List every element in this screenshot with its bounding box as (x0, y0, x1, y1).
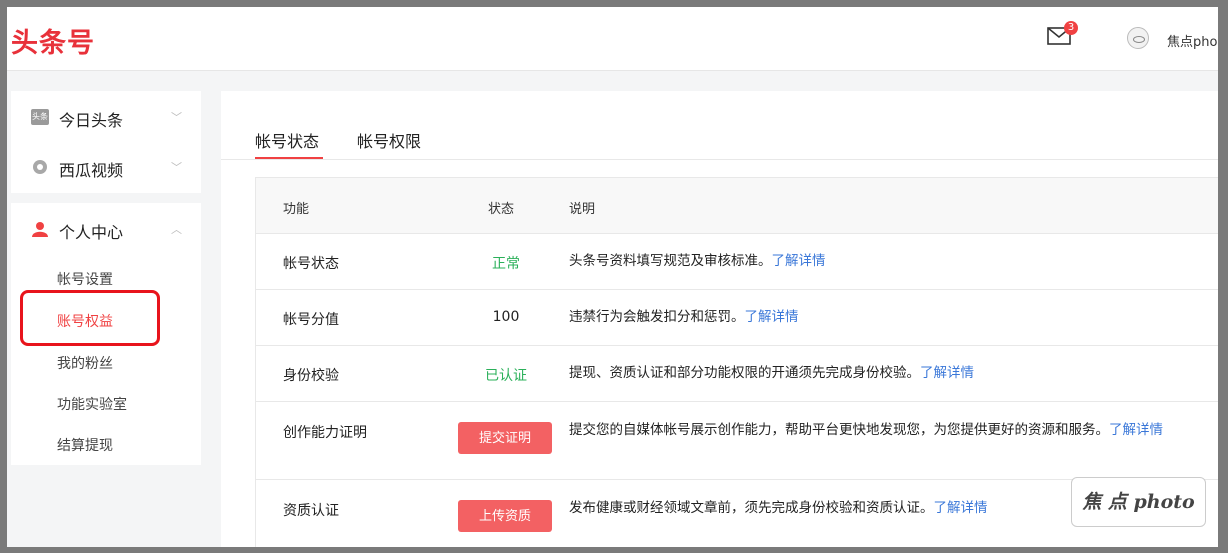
window-edge (1218, 0, 1228, 553)
column-header-status: 状态 (488, 202, 515, 217)
highlight-annotation-box (20, 290, 160, 346)
top-header: 头条号 3 焦点pho (7, 7, 1228, 71)
table-header: 功能 状态 说明 (256, 178, 1228, 234)
app-window: 头条号 3 焦点pho 头条 今日头条 ﹀ 西瓜视频 ﹀ 个人中心 ︿ 帐号设置… (7, 7, 1228, 547)
sidebar-item-label: 今日头条 (59, 111, 124, 130)
table-row: 创作能力证明 提交证明 提交您的自媒体帐号展示创作能力，帮助平台更快地发现您，为… (256, 402, 1228, 480)
learn-more-link[interactable]: 了解详情 (1109, 422, 1163, 438)
toutiao-icon: 头条 (31, 109, 49, 125)
chevron-down-icon: ﹀ (171, 161, 182, 174)
sidebar-subitem-account-settings[interactable]: 帐号设置 (57, 269, 113, 289)
row-function: 资质认证 (283, 503, 339, 519)
row-description-text: 提现、资质认证和部分功能权限的开通须先完成身份校验。 (569, 365, 920, 381)
sidebar-subitem-feature-lab[interactable]: 功能实验室 (57, 394, 127, 414)
watermark-logo: 焦 点 photo (1071, 477, 1206, 527)
sidebar-subitem-settlement-withdraw[interactable]: 结算提现 (57, 435, 113, 455)
sidebar-item-personal-center[interactable]: 个人中心 ︿ (11, 209, 201, 249)
table-row: 帐号状态 正常 头条号资料填写规范及审核标准。了解详情 (256, 234, 1228, 290)
xigua-icon (33, 160, 47, 174)
sidebar-subitem-my-fans[interactable]: 我的粉丝 (57, 353, 113, 373)
row-description: 提交您的自媒体帐号展示创作能力，帮助平台更快地发现您，为您提供更好的资源和服务。… (569, 420, 1209, 440)
toutiaohao-logo[interactable]: 头条号 (11, 21, 95, 60)
user-icon (32, 222, 48, 237)
row-description: 头条号资料填写规范及审核标准。了解详情 (569, 251, 1209, 271)
user-name[interactable]: 焦点pho (1167, 31, 1217, 50)
row-function: 身份校验 (283, 368, 339, 384)
row-description-text: 提交您的自媒体帐号展示创作能力，帮助平台更快地发现您，为您提供更好的资源和服务。 (569, 422, 1109, 438)
mail-count-badge: 3 (1064, 21, 1078, 35)
row-description: 违禁行为会触发扣分和惩罚。了解详情 (569, 307, 1209, 327)
table-row: 身份校验 已认证 提现、资质认证和部分功能权限的开通须先完成身份校验。了解详情 (256, 346, 1228, 402)
row-description: 提现、资质认证和部分功能权限的开通须先完成身份校验。了解详情 (569, 363, 1209, 383)
learn-more-link[interactable]: 了解详情 (934, 500, 988, 516)
row-status: 正常 (492, 256, 520, 272)
chevron-up-icon: ︿ (171, 223, 182, 236)
sidebar-item-label: 个人中心 (59, 223, 124, 242)
upload-qualification-button[interactable]: 上传资质 (458, 500, 552, 532)
row-description-text: 头条号资料填写规范及审核标准。 (569, 253, 772, 269)
tabs-divider (221, 159, 1228, 160)
column-header-function: 功能 (283, 202, 310, 217)
table-row: 帐号分值 100 违禁行为会触发扣分和惩罚。了解详情 (256, 290, 1228, 346)
learn-more-link[interactable]: 了解详情 (745, 309, 799, 325)
sidebar-item-xigua[interactable]: 西瓜视频 ﹀ (11, 147, 201, 187)
submit-proof-button[interactable]: 提交证明 (458, 422, 552, 454)
row-function: 帐号分值 (283, 312, 339, 328)
learn-more-link[interactable]: 了解详情 (920, 365, 974, 381)
avatar[interactable] (1127, 27, 1149, 49)
chevron-down-icon: ﹀ (171, 111, 182, 124)
tab-account-status[interactable]: 帐号状态 (255, 128, 319, 152)
sidebar-platforms: 头条 今日头条 ﹀ 西瓜视频 ﹀ (11, 91, 201, 193)
row-description-text: 违禁行为会触发扣分和惩罚。 (569, 309, 745, 325)
tab-account-permissions[interactable]: 帐号权限 (357, 128, 421, 152)
row-description-text: 发布健康或财经领域文章前，须先完成身份校验和资质认证。 (569, 500, 934, 516)
row-function: 帐号状态 (283, 256, 339, 272)
sidebar-item-toutiao[interactable]: 头条 今日头条 ﹀ (11, 97, 201, 137)
row-function: 创作能力证明 (283, 425, 367, 441)
row-status: 100 (492, 309, 520, 325)
row-status: 已认证 (485, 368, 527, 384)
sidebar-item-label: 西瓜视频 (59, 161, 124, 180)
column-header-description: 说明 (569, 202, 596, 217)
learn-more-link[interactable]: 了解详情 (772, 253, 826, 269)
